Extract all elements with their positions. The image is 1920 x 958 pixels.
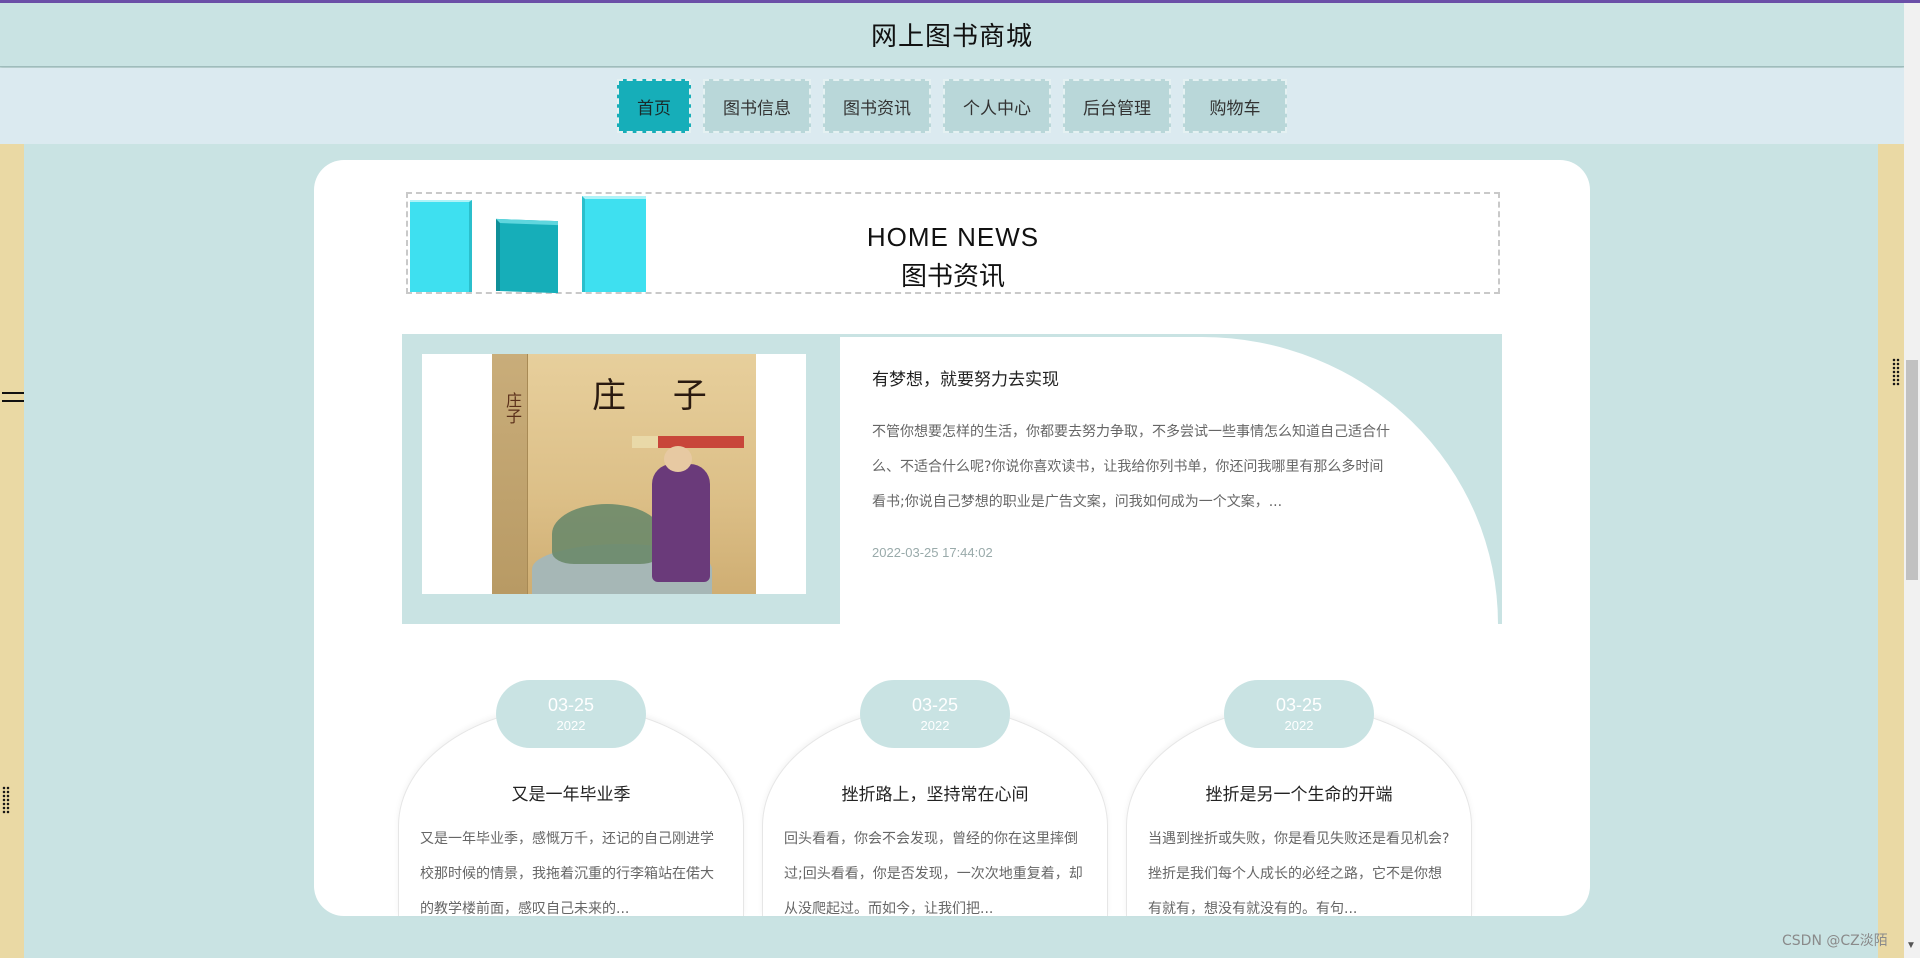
date-badge-year: 2022 <box>1284 718 1314 733</box>
section-title-en: HOME NEWS <box>866 222 1040 252</box>
cover-tree <box>552 504 662 564</box>
site-header: 网上图书商城 <box>0 3 1904 67</box>
nav-item-book-info[interactable]: 图书信息 <box>703 79 811 133</box>
news-card-title[interactable]: 挫折路上，坚持常在心间 <box>762 780 1108 805</box>
date-badge: 03-25 2022 <box>860 680 1010 748</box>
date-badge-year: 2022 <box>920 718 950 733</box>
nav-item-home[interactable]: 首页 <box>617 79 691 133</box>
featured-news[interactable]: 庄子 庄 子 有梦想，就要努力去实现 不管你想要怎样的生活，你都要去努力争取，不… <box>402 334 1502 624</box>
date-badge: 03-25 2022 <box>1224 680 1374 748</box>
featured-news-date: 2022-03-25 17:44:02 <box>872 545 993 560</box>
featured-news-image[interactable]: 庄子 庄 子 <box>422 354 806 594</box>
cover-figure-head <box>664 446 692 472</box>
book-spine: 庄子 <box>492 354 528 594</box>
scroll-down-arrow-icon[interactable]: ▼ <box>1906 940 1916 951</box>
news-card[interactable]: 03-25 2022 挫折是另一个生命的开端 当遇到挫折或失败，你是看见失败还是… <box>1126 680 1472 916</box>
featured-news-summary: 不管你想要怎样的生活，你都要去努力争取，不多尝试一些事情怎么知道自己适合什么、不… <box>872 424 1390 510</box>
scrollbar-thumb[interactable] <box>1906 360 1918 580</box>
date-badge-day: 03-25 <box>911 695 959 715</box>
book-cover-title: 庄 子 <box>592 376 725 416</box>
section-title-cn: 图书资讯 <box>900 262 1005 292</box>
featured-news-title[interactable]: 有梦想，就要努力去实现 <box>872 365 1059 390</box>
news-card[interactable]: 03-25 2022 又是一年毕业季 又是一年毕业季，感慨万千，还记的自己刚进学… <box>398 680 744 916</box>
book-cover: 庄子 庄 子 <box>492 354 756 594</box>
nav-item-book-news[interactable]: 图书资讯 <box>823 79 931 133</box>
csdn-watermark: CSDN @CZ淡陌 <box>1782 933 1888 949</box>
section-header: HOME NEWS 图书资讯 <box>406 192 1500 294</box>
cover-tag <box>632 436 658 448</box>
nav-item-cart[interactable]: 购物车 <box>1183 79 1287 133</box>
nav-item-personal-center[interactable]: 个人中心 <box>943 79 1051 133</box>
left-dots-icon <box>2 786 10 814</box>
right-dots-icon <box>1892 358 1900 386</box>
date-badge-day: 03-25 <box>1275 695 1323 715</box>
news-card-title[interactable]: 又是一年毕业季 <box>398 780 744 805</box>
date-badge-year: 2022 <box>556 718 586 733</box>
news-panel: HOME NEWS 图书资讯 庄子 庄 子 有梦想，就要努力去实现 不管你想要怎… <box>314 160 1590 916</box>
news-card[interactable]: 03-25 2022 挫折路上，坚持常在心间 回头看看，你会不会发现，曾经的你在… <box>762 680 1108 916</box>
date-badge-day: 03-25 <box>547 695 595 715</box>
main-nav: 首页 图书信息 图书资讯 个人中心 后台管理 购物车 <box>0 68 1904 144</box>
featured-news-body: 有梦想，就要努力去实现 不管你想要怎样的生活，你都要去努力争取，不多尝试一些事情… <box>840 334 1502 624</box>
cover-figure <box>652 464 710 582</box>
book-spine-title: 庄子 <box>503 392 522 424</box>
right-decor-strip <box>1878 144 1904 958</box>
news-card-summary: 回头看看，你会不会发现，曾经的你在这里摔倒过;回头看看，你是否发现，一次次地重复… <box>784 831 1083 916</box>
date-badge: 03-25 2022 <box>496 680 646 748</box>
news-card-title[interactable]: 挫折是另一个生命的开端 <box>1126 780 1472 805</box>
cover-tag <box>658 436 744 448</box>
left-decor-strip <box>0 144 24 958</box>
left-handle-icon <box>2 392 24 402</box>
site-title: 网上图书商城 <box>870 22 1033 52</box>
news-card-summary: 又是一年毕业季，感慨万千，还记的自己刚进学校那时候的情景，我拖着沉重的行李箱站在… <box>420 831 714 916</box>
news-card-summary: 当遇到挫折或失败，你是看见失败还是看见机会?挫折是我们每个人成长的必经之路，它不… <box>1148 831 1450 916</box>
nav-item-admin[interactable]: 后台管理 <box>1063 79 1171 133</box>
